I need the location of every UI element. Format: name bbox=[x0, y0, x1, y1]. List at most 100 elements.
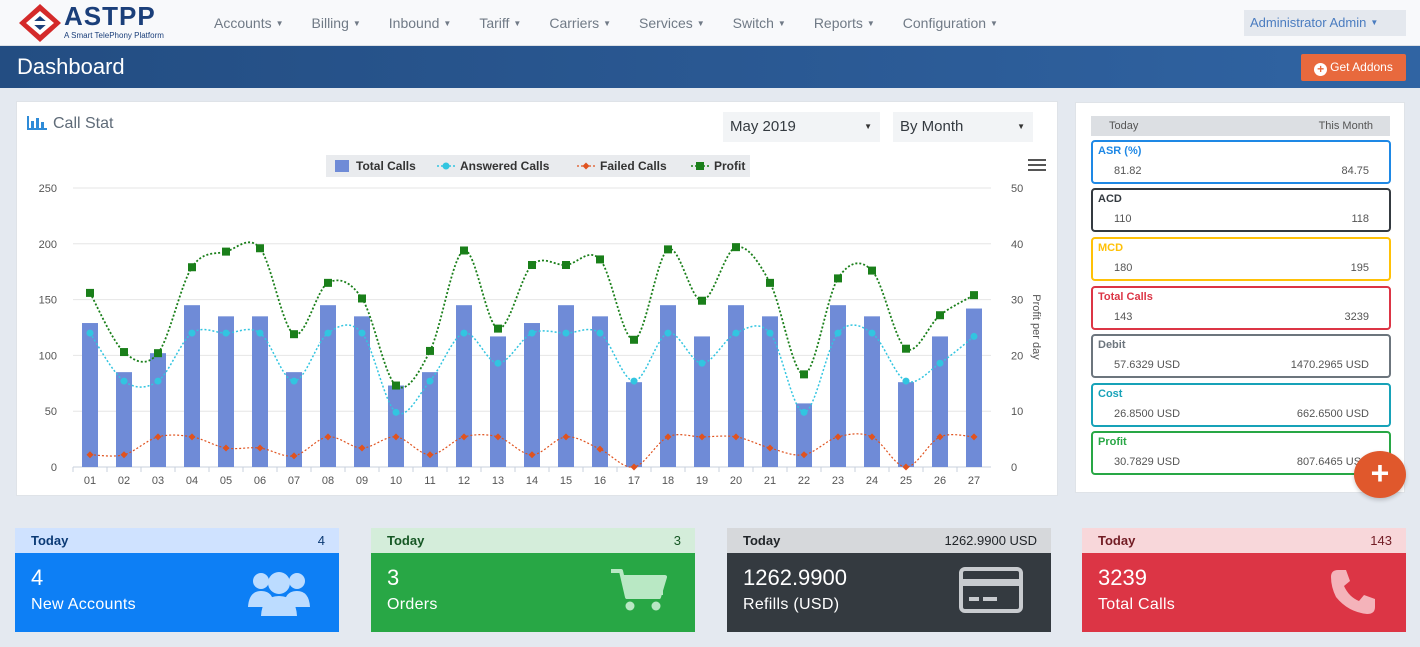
x-tick-label: 20 bbox=[730, 475, 742, 487]
menu-switch[interactable]: Switch ▼ bbox=[719, 15, 800, 31]
card-title: Call Stat bbox=[27, 115, 113, 133]
point-profit bbox=[596, 255, 604, 264]
tile-orders[interactable]: Today 3 3 Orders bbox=[371, 528, 695, 632]
point-answered-calls bbox=[120, 377, 128, 385]
point-profit bbox=[154, 349, 162, 358]
bar-total-calls bbox=[524, 323, 540, 467]
y2-tick-label: 50 bbox=[1011, 183, 1023, 195]
x-tick-label: 18 bbox=[662, 475, 674, 487]
tile-total-calls[interactable]: Today 143 3239 Total Calls bbox=[1082, 528, 1406, 632]
stat-today: 180 bbox=[1114, 262, 1133, 274]
stat-month: 118 bbox=[1351, 213, 1369, 225]
menu-inbound[interactable]: Inbound ▼ bbox=[375, 15, 466, 31]
month-select-value: May 2019 bbox=[730, 118, 796, 135]
brand-logo[interactable]: ASTPP A Smart TelePhony Platform bbox=[18, 1, 188, 45]
get-addons-button[interactable]: + Get Addons bbox=[1301, 54, 1406, 81]
point-profit bbox=[834, 274, 842, 283]
tile-head-count: 4 bbox=[317, 533, 325, 548]
logo-icon bbox=[19, 4, 61, 42]
bar-total-calls bbox=[490, 336, 506, 467]
add-fab-button[interactable]: + bbox=[1354, 451, 1406, 498]
x-tick-label: 01 bbox=[84, 475, 96, 487]
point-profit bbox=[902, 344, 910, 353]
tile-new-accounts[interactable]: Today 4 4 New Accounts bbox=[15, 528, 339, 632]
chevron-down-icon: ▼ bbox=[990, 19, 998, 28]
stat-today: 30.7829 USD bbox=[1114, 456, 1181, 468]
menu-billing[interactable]: Billing ▼ bbox=[298, 15, 375, 31]
menu-services[interactable]: Services ▼ bbox=[625, 15, 719, 31]
tile-header: Today 1262.9900 USD bbox=[727, 528, 1051, 553]
x-tick-label: 09 bbox=[356, 475, 368, 487]
point-answered-calls bbox=[392, 408, 400, 416]
stats-head-today: Today bbox=[1109, 120, 1139, 132]
point-answered-calls bbox=[460, 329, 468, 337]
tile-header: Today 3 bbox=[371, 528, 695, 553]
point-answered-calls bbox=[154, 377, 162, 385]
chevron-down-icon: ▼ bbox=[443, 19, 452, 28]
user-menu-button[interactable]: Administrator Admin ▼ bbox=[1244, 10, 1406, 36]
stats-header: Today This Month bbox=[1091, 116, 1390, 136]
stat-month: 662.6500 USD bbox=[1296, 408, 1369, 420]
bar-total-calls bbox=[626, 382, 642, 467]
stat-acd: ACD 110 118 bbox=[1091, 188, 1391, 232]
bar-total-calls bbox=[864, 316, 880, 467]
y-tick-label: 200 bbox=[39, 239, 57, 251]
y2-tick-label: 0 bbox=[1011, 462, 1017, 474]
bar-chart-icon bbox=[27, 116, 47, 130]
tile-head-count: 1262.9900 USD bbox=[944, 533, 1037, 548]
tile-body: 4 New Accounts bbox=[15, 553, 339, 632]
brand-tagline: A Smart TelePhony Platform bbox=[64, 31, 164, 40]
tile-body: 3 Orders bbox=[371, 553, 695, 632]
menu-configuration[interactable]: Configuration ▼ bbox=[889, 15, 1012, 31]
menu-reports[interactable]: Reports ▼ bbox=[800, 15, 889, 31]
tile-refills[interactable]: Today 1262.9900 USD 1262.9900 Refills (US… bbox=[727, 528, 1051, 632]
stat-mcd: MCD 180 195 bbox=[1091, 237, 1391, 281]
stat-asr: ASR (%) 81.82 84.75 bbox=[1091, 140, 1391, 184]
stat-today: 110 bbox=[1114, 213, 1132, 225]
bar-total-calls bbox=[592, 316, 608, 467]
menu-icon[interactable] bbox=[1028, 159, 1046, 173]
month-select[interactable]: May 2019 ▼ bbox=[723, 112, 880, 142]
bar-total-calls bbox=[558, 305, 574, 467]
bar-total-calls bbox=[388, 385, 404, 467]
menu-label: Inbound bbox=[388, 15, 440, 31]
x-tick-label: 26 bbox=[934, 475, 946, 487]
call-stat-chart: 05010015020025001020304050Profit per day… bbox=[39, 155, 1042, 487]
bar-total-calls bbox=[932, 336, 948, 467]
tile-label: Total Calls bbox=[1098, 596, 1176, 613]
page-title: Dashboard bbox=[17, 54, 125, 79]
point-answered-calls bbox=[698, 359, 706, 367]
tile-value: 3239 bbox=[1098, 565, 1147, 590]
x-tick-label: 12 bbox=[458, 475, 470, 487]
x-tick-label: 08 bbox=[322, 475, 334, 487]
point-profit bbox=[256, 244, 264, 253]
point-answered-calls bbox=[766, 329, 774, 337]
tile-value: 3 bbox=[387, 565, 400, 590]
stat-month: 1470.2965 USD bbox=[1290, 359, 1369, 371]
chevron-down-icon: ▼ bbox=[864, 122, 872, 131]
y-tick-label: 150 bbox=[39, 295, 57, 307]
user-name: Administrator Admin bbox=[1250, 15, 1367, 30]
x-tick-label: 07 bbox=[288, 475, 300, 487]
point-answered-calls bbox=[664, 329, 672, 337]
tile-head-label: Today bbox=[387, 533, 425, 548]
point-answered-calls bbox=[834, 329, 842, 337]
chevron-down-icon: ▼ bbox=[696, 19, 705, 28]
period-select[interactable]: By Month ▼ bbox=[893, 112, 1033, 142]
menu-tariff[interactable]: Tariff ▼ bbox=[465, 15, 535, 31]
x-tick-label: 06 bbox=[254, 475, 266, 487]
menu-accounts[interactable]: Accounts ▼ bbox=[200, 15, 298, 31]
point-answered-calls bbox=[596, 329, 604, 337]
menu-label: Billing bbox=[311, 15, 349, 31]
stat-name: ASR (%) bbox=[1098, 145, 1142, 157]
legend-label: Answered Calls bbox=[460, 159, 550, 173]
point-profit bbox=[460, 246, 468, 255]
point-profit bbox=[664, 245, 672, 254]
point-answered-calls bbox=[324, 329, 332, 337]
x-tick-label: 14 bbox=[526, 475, 538, 487]
top-navbar: ASTPP A Smart TelePhony Platform Account… bbox=[0, 0, 1420, 46]
tile-head-label: Today bbox=[31, 533, 69, 548]
x-tick-label: 27 bbox=[968, 475, 980, 487]
menu-carriers[interactable]: Carriers ▼ bbox=[535, 15, 625, 31]
brand-name: ASTPP bbox=[64, 1, 156, 31]
